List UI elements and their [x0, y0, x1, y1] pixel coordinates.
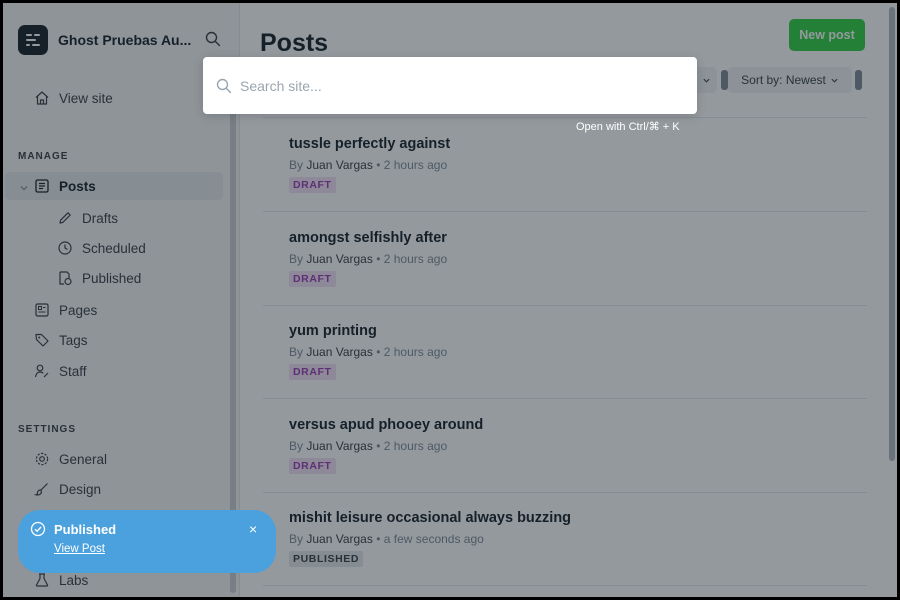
- search-icon: [216, 78, 232, 93]
- app-window: Ghost Pruebas Au... View site MANAGE Pos…: [3, 3, 897, 597]
- shortcut-hint: Open with Ctrl/⌘ + K: [576, 121, 680, 133]
- search-input[interactable]: [240, 77, 660, 94]
- view-post-link[interactable]: View Post: [54, 543, 105, 555]
- toast-title: Published: [54, 522, 117, 537]
- search-modal: [203, 57, 697, 114]
- close-icon[interactable]: ×: [249, 521, 257, 537]
- check-circle-icon: [30, 521, 46, 537]
- toast-notification: Published View Post ×: [18, 510, 276, 573]
